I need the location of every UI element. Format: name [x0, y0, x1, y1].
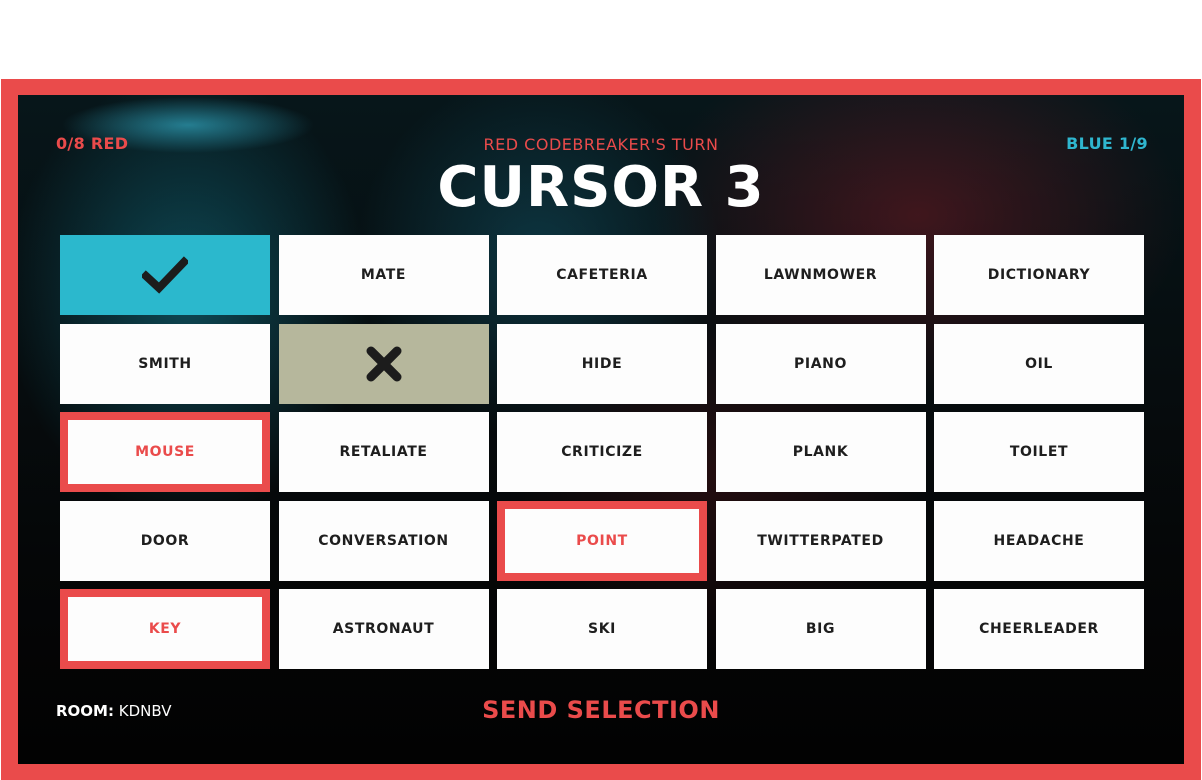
word-card[interactable]: DICTIONARY: [934, 235, 1144, 315]
word-card-grid: MATE CAFETERIA LAWNMOWER DICTIONARY SMIT…: [60, 235, 1144, 669]
word-card[interactable]: OIL: [934, 323, 1144, 404]
word-card[interactable]: CRITICIZE: [497, 412, 707, 492]
word-card[interactable]: KEY: [60, 589, 270, 669]
card-word: CONVERSATION: [318, 532, 449, 549]
card-word: BIG: [805, 621, 836, 637]
card-word: LAWNMOWER: [763, 267, 878, 283]
card-word: ASTRONAUT: [332, 621, 435, 637]
word-card[interactable]: BIG: [715, 589, 926, 669]
card-word: CAFETERIA: [556, 267, 648, 283]
word-card[interactable]: PLANK: [715, 412, 926, 492]
card-word: TOILET: [1009, 444, 1069, 460]
card-word: OIL: [1025, 355, 1053, 372]
word-card[interactable]: MATE: [278, 235, 489, 315]
card-word: DICTIONARY: [987, 267, 1091, 283]
blue-score: BLUE 1/9: [1066, 134, 1148, 153]
word-card[interactable]: [278, 323, 489, 404]
send-selection-button[interactable]: SEND SELECTION: [482, 696, 720, 724]
x-icon: [366, 346, 401, 381]
card-word: SMITH: [138, 355, 192, 372]
word-card[interactable]: MOUSE: [60, 412, 270, 492]
card-word: PIANO: [794, 355, 847, 372]
word-card[interactable]: CONVERSATION: [278, 500, 489, 581]
card-word: MOUSE: [135, 444, 195, 460]
word-card[interactable]: [60, 235, 270, 315]
card-word: HEADACHE: [993, 532, 1085, 549]
check-icon: [142, 256, 188, 294]
word-card[interactable]: POINT: [497, 500, 707, 581]
card-word: POINT: [576, 532, 628, 549]
send-selection-row: SEND SELECTION: [18, 696, 1184, 724]
card-word: CHEERLEADER: [979, 621, 1099, 637]
game-frame: 0/8 RED RED CODEBREAKER'S TURN BLUE 1/9 …: [1, 79, 1201, 780]
word-card[interactable]: CAFETERIA: [497, 235, 707, 315]
word-card[interactable]: TOILET: [934, 412, 1144, 492]
card-word: KEY: [148, 621, 182, 637]
card-word: TWITTERPATED: [757, 532, 884, 549]
card-word: MATE: [360, 267, 407, 283]
word-card[interactable]: TWITTERPATED: [715, 500, 926, 581]
card-word: RETALIATE: [339, 444, 428, 460]
word-card[interactable]: SKI: [497, 589, 707, 669]
word-card[interactable]: RETALIATE: [278, 412, 489, 492]
game-board-area: 0/8 RED RED CODEBREAKER'S TURN BLUE 1/9 …: [18, 95, 1184, 764]
word-card[interactable]: DOOR: [60, 500, 270, 581]
card-word: HIDE: [581, 355, 623, 372]
card-word: PLANK: [792, 444, 849, 460]
word-card[interactable]: HIDE: [497, 323, 707, 404]
word-card[interactable]: HEADACHE: [934, 500, 1144, 581]
word-card[interactable]: PIANO: [715, 323, 926, 404]
word-card[interactable]: LAWNMOWER: [715, 235, 926, 315]
word-card[interactable]: CHEERLEADER: [934, 589, 1144, 669]
card-word: SKI: [588, 621, 616, 637]
turn-indicator: RED CODEBREAKER'S TURN: [483, 135, 719, 154]
word-card[interactable]: ASTRONAUT: [278, 589, 489, 669]
card-word: CRITICIZE: [561, 444, 643, 460]
word-card[interactable]: SMITH: [60, 323, 270, 404]
card-word: DOOR: [140, 532, 190, 549]
current-clue: CURSOR 3: [437, 155, 765, 220]
